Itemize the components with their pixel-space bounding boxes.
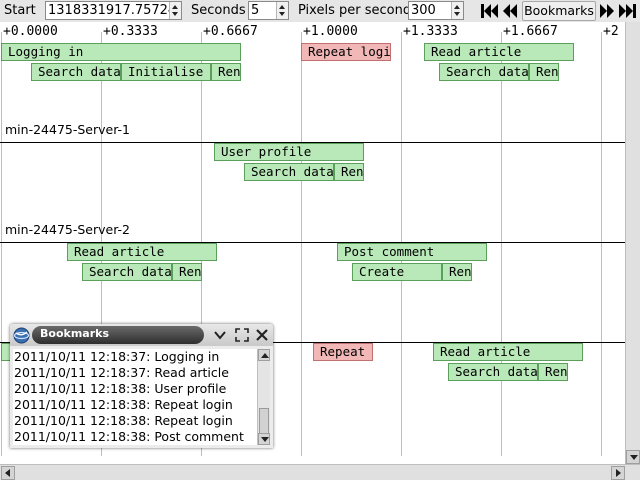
bookmark-item[interactable]: 2011/10/11 12:18:38: Repeat login — [13, 413, 257, 429]
bookmark-item[interactable]: 2011/10/11 12:18:37: Read article — [13, 365, 257, 381]
seconds-spinbox[interactable] — [248, 1, 289, 20]
arrow-right-icon — [616, 469, 621, 477]
spin-up-icon[interactable] — [172, 5, 178, 9]
event-block[interactable]: Search data — [448, 363, 538, 381]
event-block[interactable]: Repeat logi — [301, 43, 391, 61]
seconds-input[interactable] — [249, 2, 277, 19]
start-label: Start — [4, 3, 36, 18]
spin-down-icon[interactable] — [454, 12, 460, 16]
event-block[interactable]: Ren — [211, 63, 241, 81]
ruler-tick: +1.6667 — [503, 24, 558, 39]
event-block[interactable]: Search data — [439, 63, 529, 81]
time-ruler: +0.0000 +0.3333 +0.6667 +1.0000 +1.3333 +1.66… — [0, 22, 640, 42]
ruler-tick: +2 — [603, 24, 619, 39]
bookmarks-scroll-down[interactable] — [258, 433, 270, 445]
seconds-spin-arrows[interactable] — [276, 2, 288, 19]
arrow-down-icon — [630, 455, 638, 460]
event-block[interactable]: Repeat — [313, 343, 373, 361]
skip-to-start-icon[interactable] — [479, 1, 499, 21]
thread-name: min-24475-Server-1 — [5, 122, 131, 137]
arrow-down-icon — [261, 437, 269, 442]
grid-line — [601, 32, 602, 456]
bookmarks-title: Bookmarks — [40, 327, 109, 340]
spin-down-icon[interactable] — [172, 12, 178, 16]
bookmark-item[interactable]: 2011/10/11 12:18:38: Repeat login — [13, 397, 257, 413]
event-block[interactable]: Read article — [433, 343, 583, 361]
event-block[interactable]: Search data — [31, 63, 121, 81]
ruler-tick: +1.3333 — [403, 24, 458, 39]
event-block[interactable]: Ren — [529, 63, 559, 81]
arrow-left-icon — [5, 469, 10, 477]
bookmarks-button[interactable]: Bookmarks — [522, 1, 596, 21]
ruler-tick: +0.6667 — [203, 24, 258, 39]
scroll-down-button[interactable] — [626, 450, 640, 464]
grid-line — [1, 32, 2, 456]
event-block[interactable]: User profile — [214, 143, 364, 161]
pixels-per-second-spinbox[interactable] — [408, 1, 464, 20]
thread-name: min-24475-Server-2 — [5, 222, 131, 237]
event-block[interactable]: Read article — [424, 43, 574, 61]
event-block[interactable]: Initialise — [121, 63, 211, 81]
ruler-tick: +0.3333 — [103, 24, 158, 39]
ruler-tick: +1.0000 — [303, 24, 358, 39]
spin-down-icon[interactable] — [279, 12, 285, 16]
maximize-icon[interactable] — [235, 328, 249, 342]
grid-line — [301, 32, 302, 456]
start-input[interactable] — [46, 2, 170, 19]
bookmarks-scroll-thumb[interactable] — [259, 408, 269, 434]
bookmarks-scroll-up[interactable] — [258, 349, 270, 361]
pixels-per-second-label: Pixels per second — [298, 3, 412, 18]
pixels-per-second-input[interactable] — [409, 2, 452, 19]
chevron-down-icon[interactable] — [214, 329, 226, 341]
step-forward-icon[interactable] — [598, 1, 618, 21]
spin-up-icon[interactable] — [279, 5, 285, 9]
horizontal-scrollbar[interactable] — [0, 464, 640, 480]
event-block[interactable]: Create — [352, 263, 442, 281]
app-globe-icon — [13, 327, 30, 344]
bookmark-item[interactable]: 2011/10/11 12:18:38: User profile — [13, 381, 257, 397]
event-block[interactable]: Ren — [538, 363, 568, 381]
start-spinbox[interactable] — [45, 1, 182, 20]
event-block[interactable]: Ren — [334, 163, 364, 181]
event-block[interactable]: Logging in — [1, 43, 241, 61]
seconds-label: Seconds — [191, 3, 246, 18]
vertical-scrollbar[interactable] — [625, 22, 640, 464]
event-block[interactable]: Read article — [67, 243, 217, 261]
bookmark-item[interactable]: 2011/10/11 12:18:38: Post comment — [13, 429, 257, 445]
scroll-right-button[interactable] — [611, 466, 625, 480]
arrow-up-icon — [261, 353, 269, 358]
start-spin-arrows[interactable] — [169, 2, 181, 19]
step-back-icon[interactable] — [500, 1, 520, 21]
skip-to-end-icon[interactable] — [618, 1, 640, 21]
event-block[interactable]: Ren — [172, 263, 202, 281]
ruler-tick: +0.0000 — [3, 24, 58, 39]
bookmark-item[interactable]: 2011/10/11 12:18:37: Logging in — [13, 349, 257, 365]
event-block[interactable]: Ren — [442, 263, 472, 281]
toolbar: Start Seconds Pixels per second Bookmark… — [0, 0, 640, 22]
spin-up-icon[interactable] — [454, 5, 460, 9]
event-block[interactable]: Search data — [82, 263, 172, 281]
scroll-left-button[interactable] — [1, 466, 15, 480]
bookmarks-dialog: Bookmarks 2011/10/11 12:18:37: Logging i… — [10, 324, 273, 448]
bookmarks-scrollbar[interactable] — [257, 349, 270, 445]
bookmarks-titlebar[interactable]: Bookmarks — [10, 324, 273, 346]
bookmarks-list[interactable]: 2011/10/11 12:18:37: Logging in 2011/10/1… — [13, 349, 257, 445]
close-icon[interactable] — [255, 328, 269, 342]
grid-line — [501, 32, 502, 456]
pps-spin-arrows[interactable] — [451, 2, 463, 19]
event-block[interactable]: Search data — [244, 163, 334, 181]
event-block[interactable]: Post comment — [337, 243, 487, 261]
